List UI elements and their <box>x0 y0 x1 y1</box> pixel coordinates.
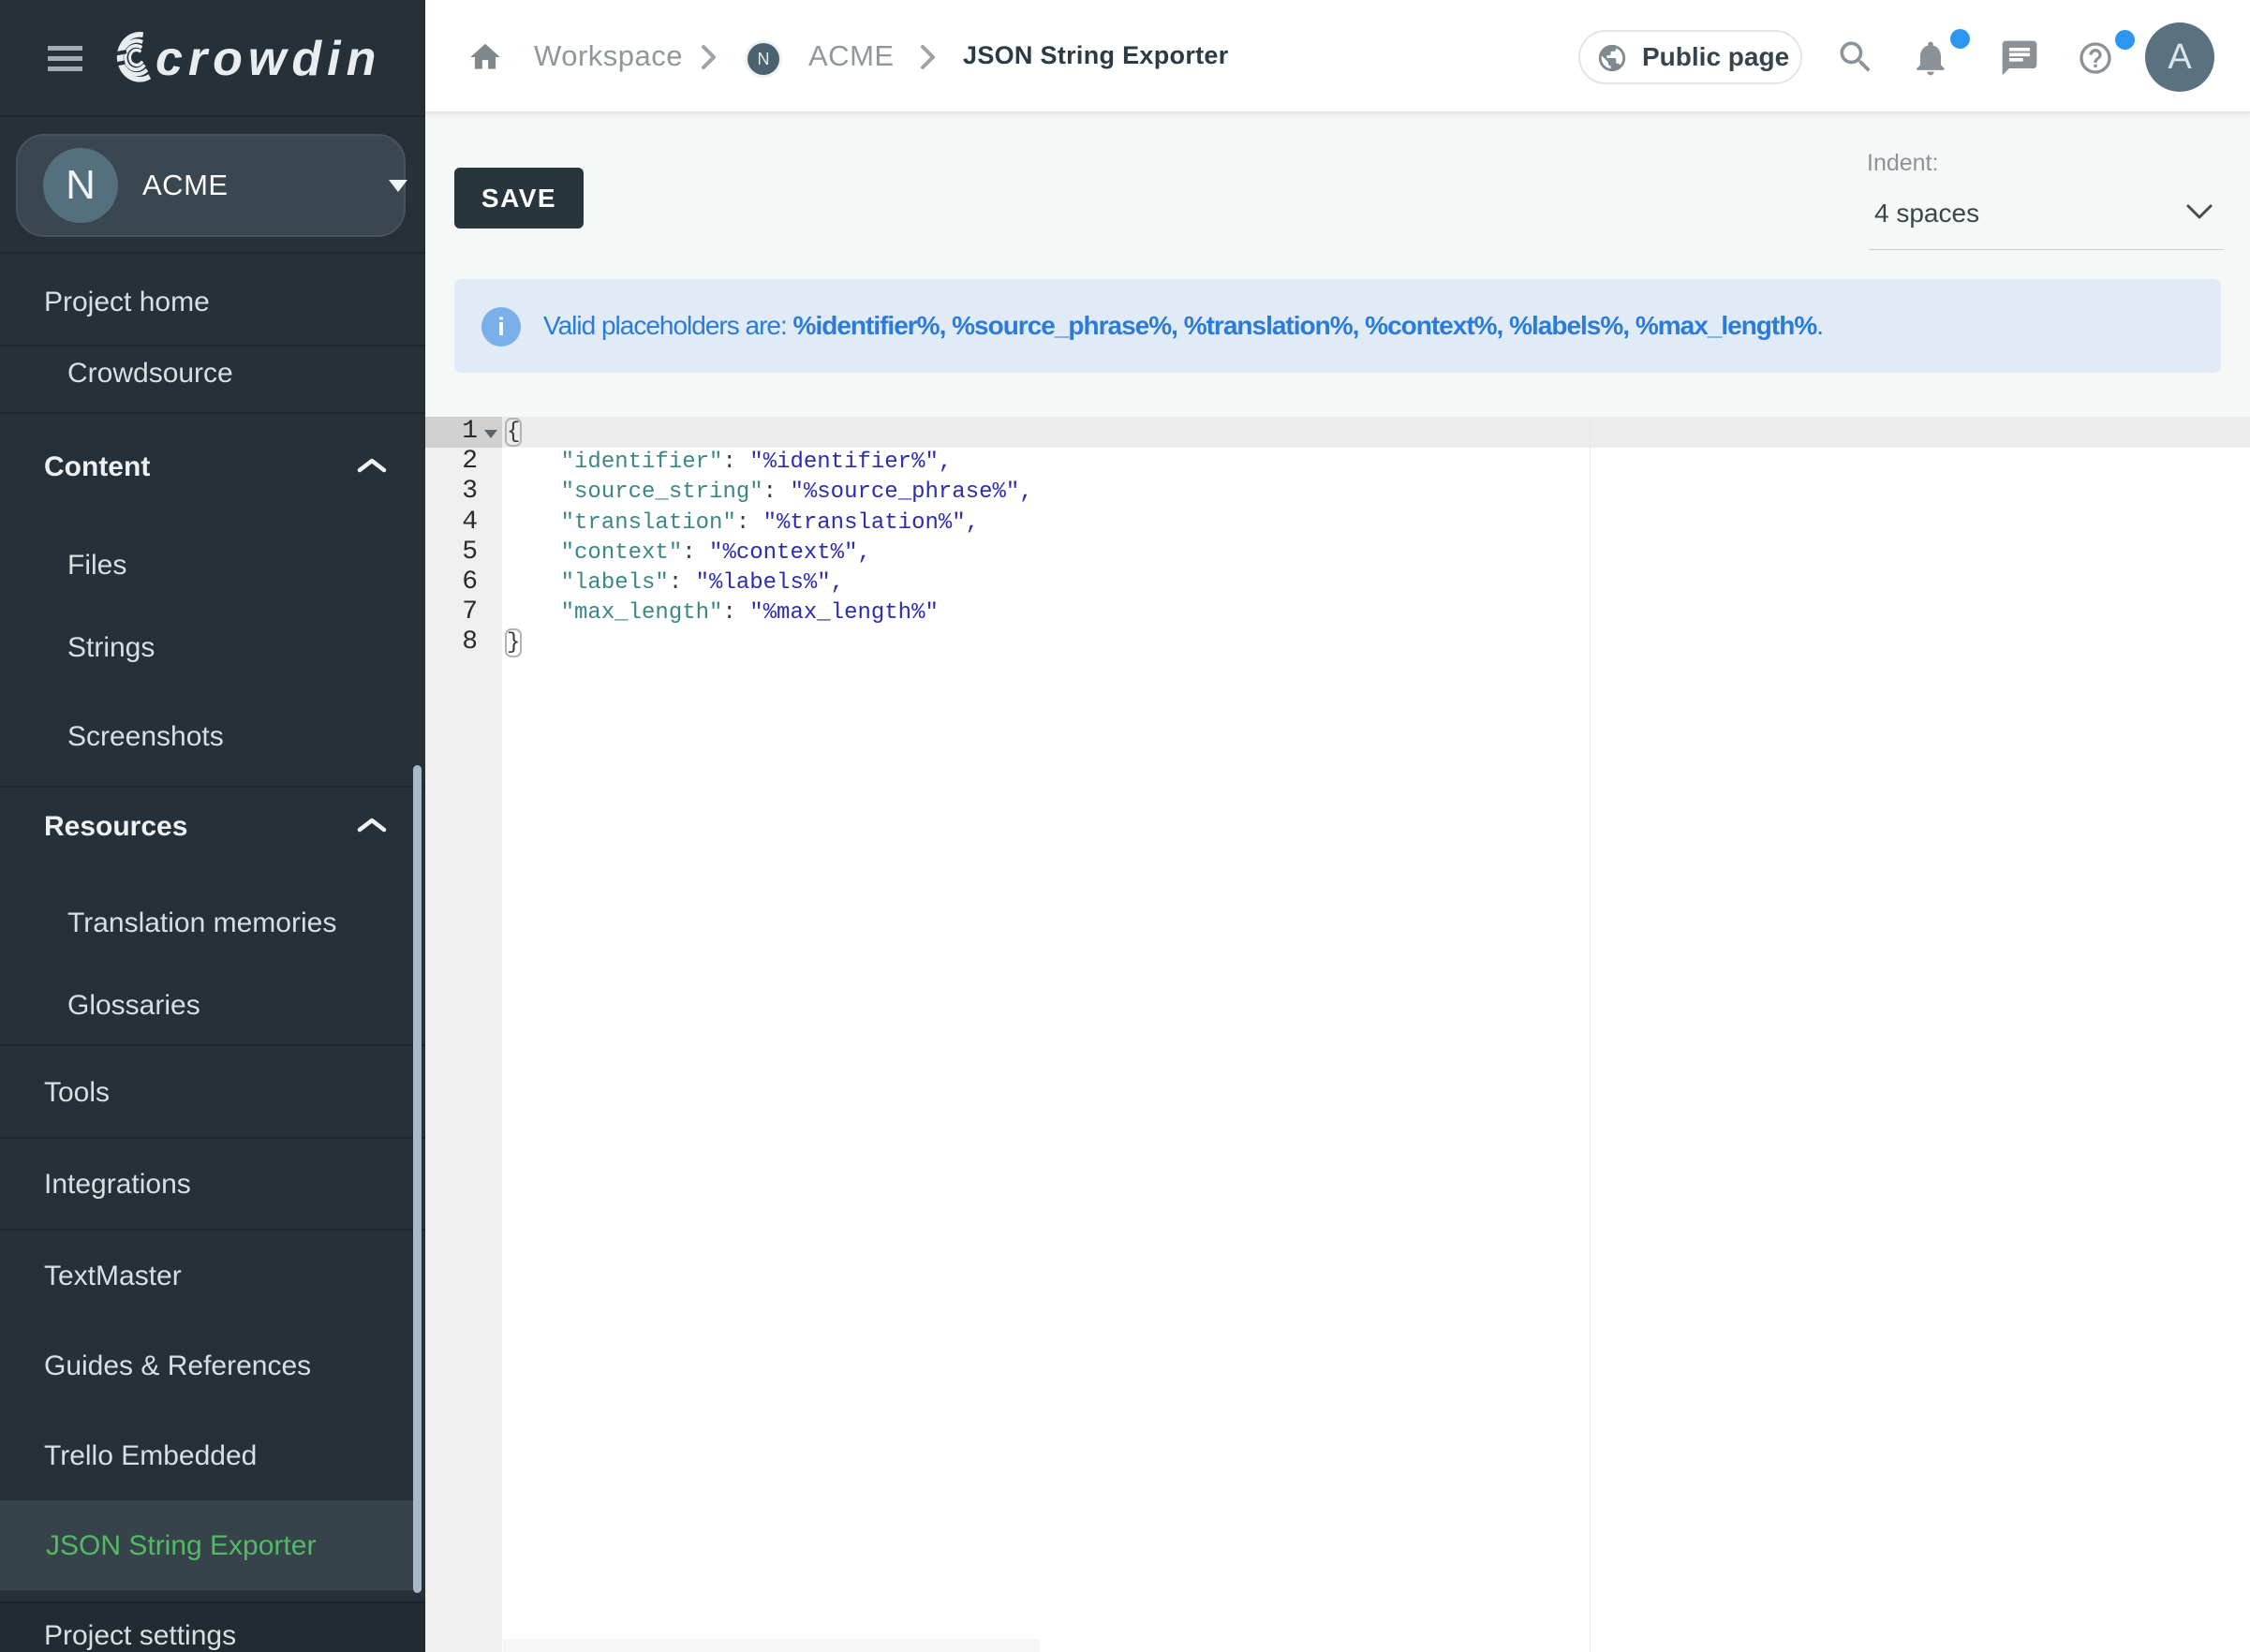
svg-text:crowdin: crowdin <box>155 32 381 84</box>
